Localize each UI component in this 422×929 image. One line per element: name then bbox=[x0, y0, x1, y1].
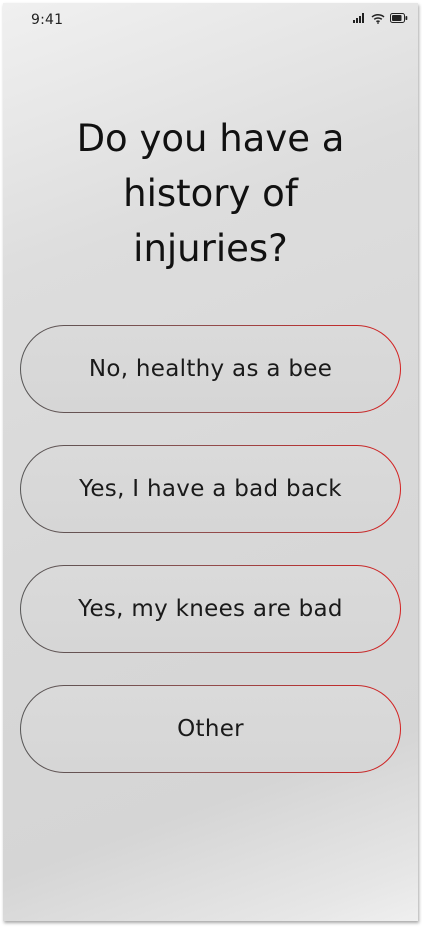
phone-screen: 9:41 Do you have a history of injuries? bbox=[3, 3, 418, 921]
option-label: No, healthy as a bee bbox=[88, 356, 333, 382]
cellular-signal-icon bbox=[353, 13, 364, 23]
option-bad-knees-button[interactable]: Yes, my knees are bad bbox=[20, 565, 401, 653]
option-bad-back-button[interactable]: Yes, I have a bad back bbox=[20, 445, 401, 533]
option-healthy-button[interactable]: No, healthy as a bee bbox=[20, 325, 401, 413]
status-bar: 9:41 bbox=[3, 3, 418, 33]
battery-icon bbox=[390, 13, 408, 23]
option-label: Yes, my knees are bad bbox=[78, 596, 343, 622]
option-label: Other bbox=[177, 716, 244, 742]
answer-options: No, healthy as a bee Yes, I have a bad b… bbox=[20, 325, 401, 805]
status-time: 9:41 bbox=[31, 12, 64, 28]
option-other-button[interactable]: Other bbox=[20, 685, 401, 773]
question-title: Do you have a history of injuries? bbox=[76, 117, 345, 270]
wifi-icon bbox=[371, 13, 385, 24]
status-icons bbox=[353, 11, 408, 25]
option-label: Yes, I have a bad back bbox=[79, 476, 342, 502]
